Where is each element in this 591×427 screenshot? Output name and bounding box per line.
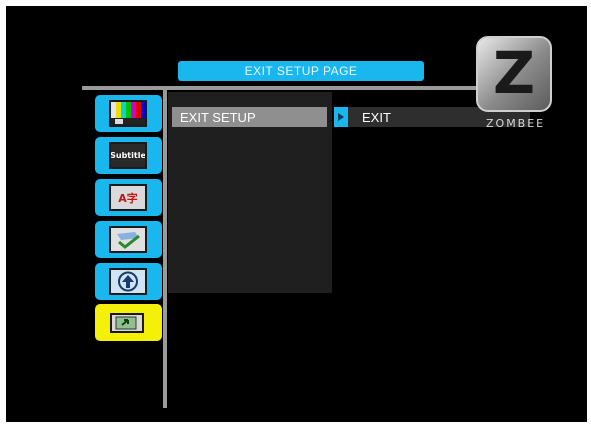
menu-item-label: EXIT SETUP	[180, 109, 256, 125]
page-title: EXIT SETUP PAGE	[178, 61, 424, 81]
exit-icon	[110, 313, 144, 333]
zombee-logo: Z	[476, 36, 552, 112]
play-arrow-icon	[334, 107, 348, 127]
logo-letter: Z	[492, 39, 536, 107]
subtitle-icon-label: Subtitle	[110, 151, 146, 160]
header-divider	[82, 86, 530, 90]
language-icon: A字	[109, 184, 147, 211]
upgrade-arrow-icon	[109, 268, 147, 295]
tab-video[interactable]	[95, 95, 162, 132]
tab-preferences[interactable]	[95, 221, 162, 258]
logo-text: ZOMBEE	[486, 117, 546, 130]
tab-language[interactable]: A字	[95, 179, 162, 216]
tab-exit[interactable]	[95, 304, 162, 341]
tab-upgrade[interactable]	[95, 263, 162, 300]
preferences-icon	[109, 226, 147, 253]
subtitle-icon: Subtitle	[109, 142, 147, 169]
option-exit-label: EXIT	[362, 109, 391, 125]
tab-subtitle[interactable]: Subtitle	[95, 137, 162, 174]
sidebar-divider	[163, 90, 167, 408]
tv-test-pattern-icon	[109, 100, 147, 127]
menu-item-exit-setup[interactable]: EXIT SETUP	[172, 107, 327, 127]
language-icon-label: A字	[118, 191, 138, 205]
